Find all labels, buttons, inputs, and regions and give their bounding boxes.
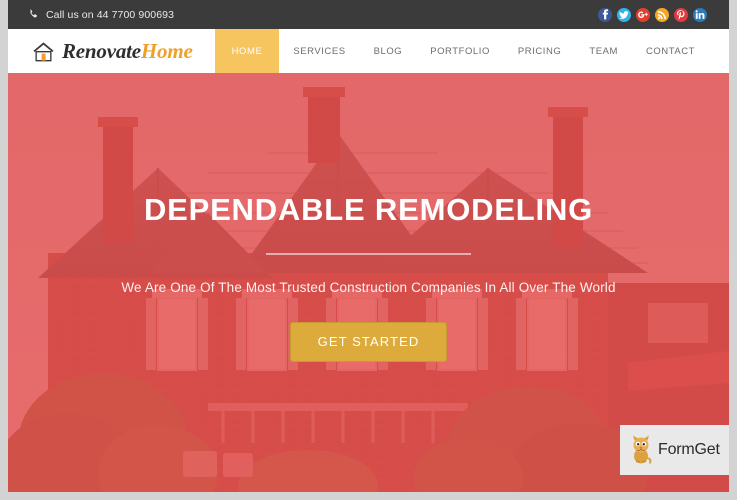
hero-subtitle: We Are One Of The Most Trusted Construct…: [121, 280, 616, 295]
top-bar-contact: Call us on 44 7700 900693: [28, 9, 174, 21]
site-logo[interactable]: RenovateHome: [8, 29, 193, 73]
facebook-icon[interactable]: [598, 7, 612, 22]
social-links: [598, 7, 719, 22]
nav-item-contact[interactable]: CONTACT: [632, 29, 709, 73]
house-icon: [32, 41, 55, 62]
cat-mascot-icon: [628, 435, 654, 465]
top-bar: Call us on 44 7700 900693: [8, 0, 729, 29]
nav-item-home[interactable]: HOME: [214, 29, 280, 73]
rss-icon[interactable]: [655, 7, 669, 22]
twitter-icon[interactable]: [617, 7, 631, 22]
nav-item-portfolio[interactable]: PORTFOLIO: [416, 29, 504, 73]
logo-text-secondary: Home: [140, 38, 193, 63]
phone-icon: [28, 9, 39, 20]
hero-divider: [266, 253, 471, 255]
main-navigation: HOME SERVICES BLOG PORTFOLIO PRICING TEA…: [214, 29, 729, 73]
google-plus-icon[interactable]: [636, 7, 650, 22]
linkedin-icon[interactable]: [693, 7, 707, 22]
get-started-button[interactable]: GET STARTED: [289, 322, 448, 362]
hero-title: DEPENDABLE REMODELING: [143, 192, 594, 227]
formget-watermark: FormGet: [620, 425, 729, 475]
website-page: Call us on 44 7700 900693 RenovateHome H…: [8, 0, 729, 492]
contact-phone-text: Call us on 44 7700 900693: [46, 8, 175, 21]
nav-item-blog[interactable]: BLOG: [360, 29, 417, 73]
formget-label: FormGet: [658, 441, 720, 458]
site-header: RenovateHome HOME SERVICES BLOG PORTFOLI…: [8, 29, 729, 73]
nav-item-services[interactable]: SERVICES: [279, 29, 359, 73]
nav-item-pricing[interactable]: PRICING: [504, 29, 575, 73]
pinterest-icon[interactable]: [674, 7, 688, 22]
nav-item-team[interactable]: TEAM: [575, 29, 632, 73]
logo-text: RenovateHome: [62, 39, 193, 64]
logo-text-primary: Renovate: [62, 38, 141, 63]
